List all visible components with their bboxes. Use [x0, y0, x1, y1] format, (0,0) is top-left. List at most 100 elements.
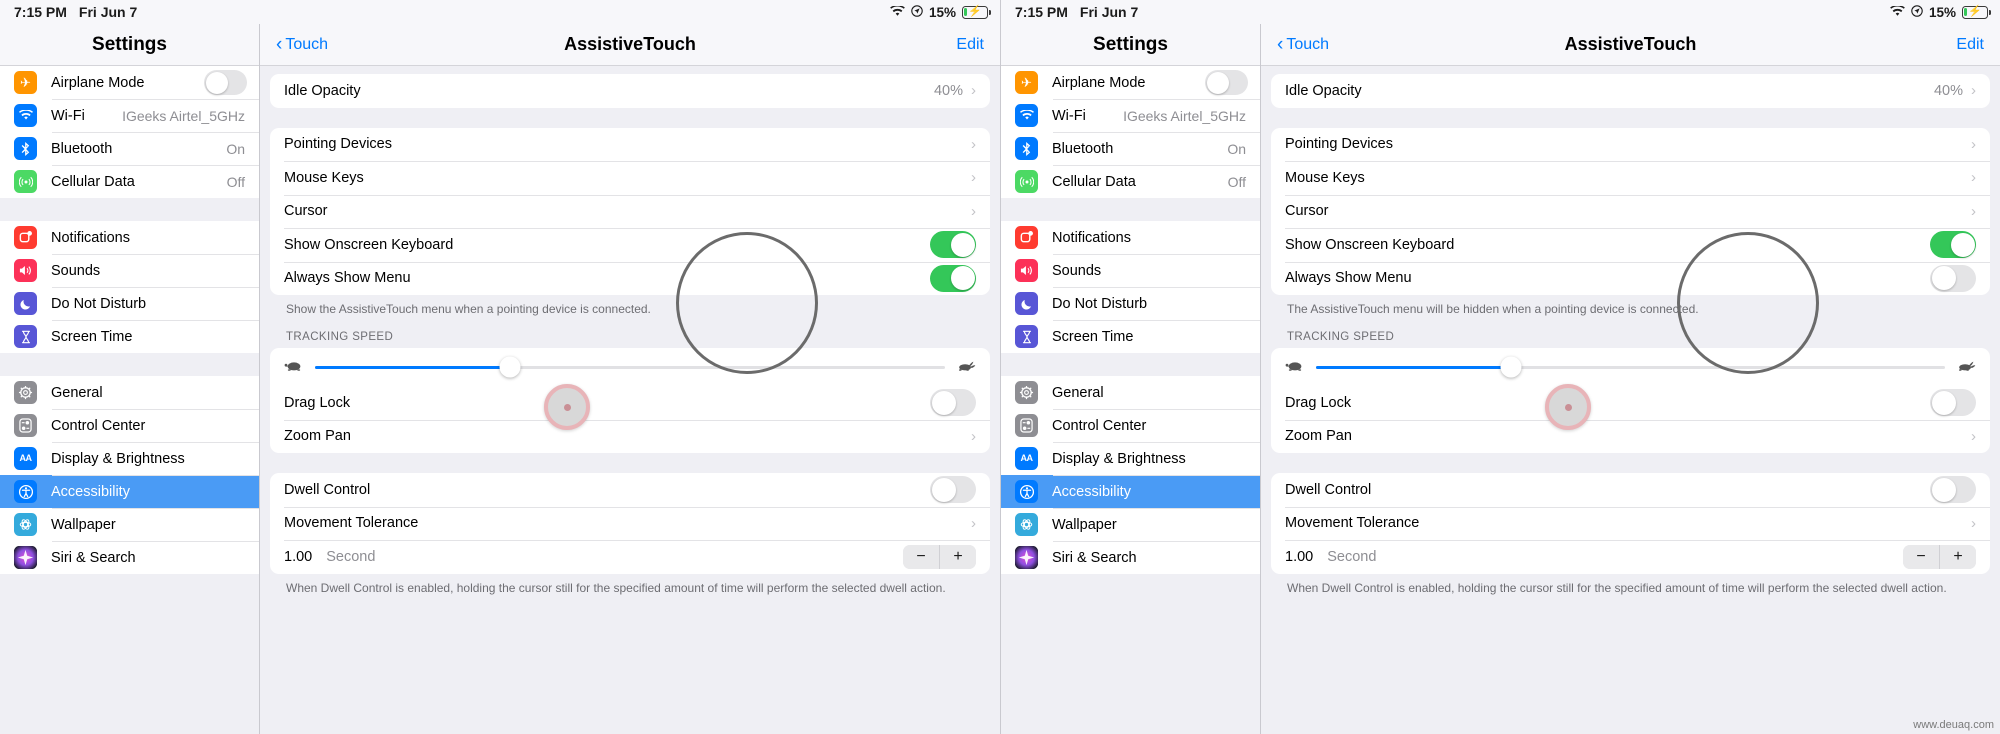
sidebar-item-cellular-data[interactable]: Cellular Data Off [0, 165, 259, 198]
moon-icon [14, 292, 37, 315]
dwell-decrement-button[interactable]: − [1903, 544, 1939, 569]
row-mouse-keys[interactable]: Mouse Keys › [270, 161, 990, 195]
row-drag-lock[interactable]: Drag Lock [270, 386, 990, 420]
row-always-show-menu[interactable]: Always Show Menu [1271, 261, 1990, 296]
sidebar-item-wifi[interactable]: Wi-Fi IGeeks Airtel_5GHz [1001, 99, 1260, 132]
tracking-speed-track[interactable] [1316, 356, 1945, 378]
sidebar-item-general[interactable]: General [1001, 376, 1260, 409]
drag-lock-toggle[interactable] [1930, 389, 1976, 417]
dwell-increment-button[interactable]: + [940, 544, 976, 569]
edit-button[interactable]: Edit [956, 36, 984, 54]
tracking-speed-slider-row[interactable] [270, 348, 990, 386]
detail-scroll[interactable]: Idle Opacity 40% › Pointing Devices › Mo… [260, 66, 1000, 734]
back-button-label: Touch [285, 35, 329, 53]
sidebar-item-do-not-disturb[interactable]: Do Not Disturb [0, 287, 259, 320]
sidebar-item-sounds[interactable]: Sounds [1001, 254, 1260, 287]
hourglass-icon [14, 325, 37, 348]
show-onscreen-keyboard-toggle[interactable] [1930, 231, 1976, 259]
show-onscreen-keyboard-toggle[interactable] [930, 231, 976, 259]
sidebar-item-airplane-mode[interactable]: ✈ Airplane Mode [1001, 66, 1260, 99]
row-dwell-control[interactable]: Dwell Control [1271, 473, 1990, 507]
airplane-mode-toggle[interactable] [204, 70, 247, 95]
row-pointing-devices[interactable]: Pointing Devices › [1271, 128, 1990, 162]
sidebar-item-display-brightness[interactable]: AA Display & Brightness [0, 442, 259, 475]
assistive-touch-pointer[interactable] [544, 384, 590, 430]
row-show-onscreen-keyboard[interactable]: Show Onscreen Keyboard [1271, 228, 1990, 262]
row-movement-tolerance[interactable]: Movement Tolerance › [270, 506, 990, 541]
sidebar-item-control-center[interactable]: Control Center [1001, 409, 1260, 442]
dwell-increment-button[interactable]: + [1940, 544, 1976, 569]
sidebar-item-bluetooth[interactable]: Bluetooth On [1001, 132, 1260, 165]
edit-button[interactable]: Edit [1956, 36, 1984, 54]
sidebar-item-label: Wi-Fi [1052, 107, 1086, 124]
row-idle-opacity[interactable]: Idle Opacity 40% › [270, 74, 990, 108]
row-dwell-seconds[interactable]: 1.00 Second − + [1271, 540, 1990, 574]
detail-scroll[interactable]: Idle Opacity 40% › Pointing Devices › Mo… [1261, 66, 2000, 734]
row-movement-tolerance[interactable]: Movement Tolerance › [1271, 506, 1990, 541]
status-bar: 7:15 PM Fri Jun 7 15% ⚡ [0, 0, 1000, 24]
sidebar-item-general[interactable]: General [0, 376, 259, 409]
chevron-left-icon: ‹ [276, 34, 283, 55]
tracking-speed-thumb[interactable] [499, 356, 521, 378]
sidebar-item-accessibility[interactable]: Accessibility [1001, 475, 1260, 508]
sidebar-item-airplane-mode[interactable]: ✈ Airplane Mode [0, 66, 259, 99]
row-idle-opacity[interactable]: Idle Opacity 40% › [1271, 74, 1990, 108]
sidebar-item-screen-time[interactable]: Screen Time [1001, 320, 1260, 353]
back-button-touch[interactable]: ‹ Touch [276, 35, 328, 54]
row-dwell-seconds[interactable]: 1.00 Second − + [270, 540, 990, 574]
sidebar-item-siri-search[interactable]: Siri & Search [0, 541, 259, 574]
row-mouse-keys[interactable]: Mouse Keys › [1271, 161, 1990, 195]
sidebar-item-cellular-data[interactable]: Cellular Data Off [1001, 165, 1260, 198]
hourglass-icon [1015, 325, 1038, 348]
row-show-onscreen-keyboard[interactable]: Show Onscreen Keyboard [270, 228, 990, 262]
sidebar-item-screen-time[interactable]: Screen Time [0, 320, 259, 353]
row-zoom-pan[interactable]: Zoom Pan › [1271, 419, 1990, 454]
row-cursor[interactable]: Cursor › [1271, 194, 1990, 229]
sidebar-item-siri-search[interactable]: Siri & Search [1001, 541, 1260, 574]
airplane-mode-toggle[interactable] [1205, 70, 1248, 95]
row-always-show-menu[interactable]: Always Show Menu [270, 261, 990, 296]
chevron-right-icon: › [1971, 82, 1976, 100]
dwell-decrement-button[interactable]: − [903, 544, 939, 569]
row-dwell-control[interactable]: Dwell Control [270, 473, 990, 507]
battery-icon: ⚡ [962, 5, 991, 19]
tracking-speed-slider-row[interactable] [1271, 348, 1990, 386]
sidebar-item-bluetooth[interactable]: Bluetooth On [0, 132, 259, 165]
hare-icon [956, 359, 976, 375]
tracking-speed-thumb[interactable] [1500, 356, 1522, 378]
always-show-menu-toggle[interactable] [1930, 264, 1976, 292]
sidebar-item-wifi[interactable]: Wi-Fi IGeeks Airtel_5GHz [0, 99, 259, 132]
dwell-control-toggle[interactable] [930, 476, 976, 504]
dwell-seconds-stepper[interactable]: − + [903, 544, 976, 569]
dwell-control-toggle[interactable] [1930, 476, 1976, 504]
sidebar-item-notifications[interactable]: Notifications [1001, 221, 1260, 254]
always-show-menu-toggle[interactable] [930, 264, 976, 292]
row-drag-lock[interactable]: Drag Lock [1271, 386, 1990, 420]
back-button-touch[interactable]: ‹ Touch [1277, 35, 1329, 54]
tracking-speed-track[interactable] [315, 356, 945, 378]
sidebar-item-wallpaper[interactable]: Wallpaper [0, 508, 259, 541]
sidebar-item-wallpaper[interactable]: Wallpaper [1001, 508, 1260, 541]
chevron-right-icon: › [1971, 427, 1976, 445]
sidebar-scroll[interactable]: ✈ Airplane Mode Wi-Fi IGeeks Airtel_5GHz… [0, 66, 259, 734]
sidebar-item-accessibility[interactable]: Accessibility [0, 475, 259, 508]
sidebar-item-label: Wallpaper [1052, 516, 1117, 533]
row-label: Show Onscreen Keyboard [1285, 236, 1455, 253]
sidebar-item-do-not-disturb[interactable]: Do Not Disturb [1001, 287, 1260, 320]
row-zoom-pan[interactable]: Zoom Pan › [270, 419, 990, 454]
accessibility-icon [14, 480, 37, 503]
sidebar-item-control-center[interactable]: Control Center [0, 409, 259, 442]
sidebar-scroll[interactable]: ✈ Airplane Mode Wi-Fi IGeeks Airtel_5GHz… [1001, 66, 1260, 734]
row-pointing-devices[interactable]: Pointing Devices › [270, 128, 990, 162]
row-cursor[interactable]: Cursor › [270, 194, 990, 229]
accessibility-icon [1015, 480, 1038, 503]
sidebar-item-notifications[interactable]: Notifications [0, 221, 259, 254]
location-icon [1911, 5, 1923, 19]
drag-lock-toggle[interactable] [930, 389, 976, 417]
gear-icon [14, 381, 37, 404]
dwell-seconds-stepper[interactable]: − + [1903, 544, 1976, 569]
sidebar-item-display-brightness[interactable]: AA Display & Brightness [1001, 442, 1260, 475]
sidebar-item-sounds[interactable]: Sounds [0, 254, 259, 287]
assistive-touch-pointer[interactable] [1545, 384, 1591, 430]
status-bar: 7:15 PM Fri Jun 7 15% ⚡ [1001, 0, 2000, 24]
